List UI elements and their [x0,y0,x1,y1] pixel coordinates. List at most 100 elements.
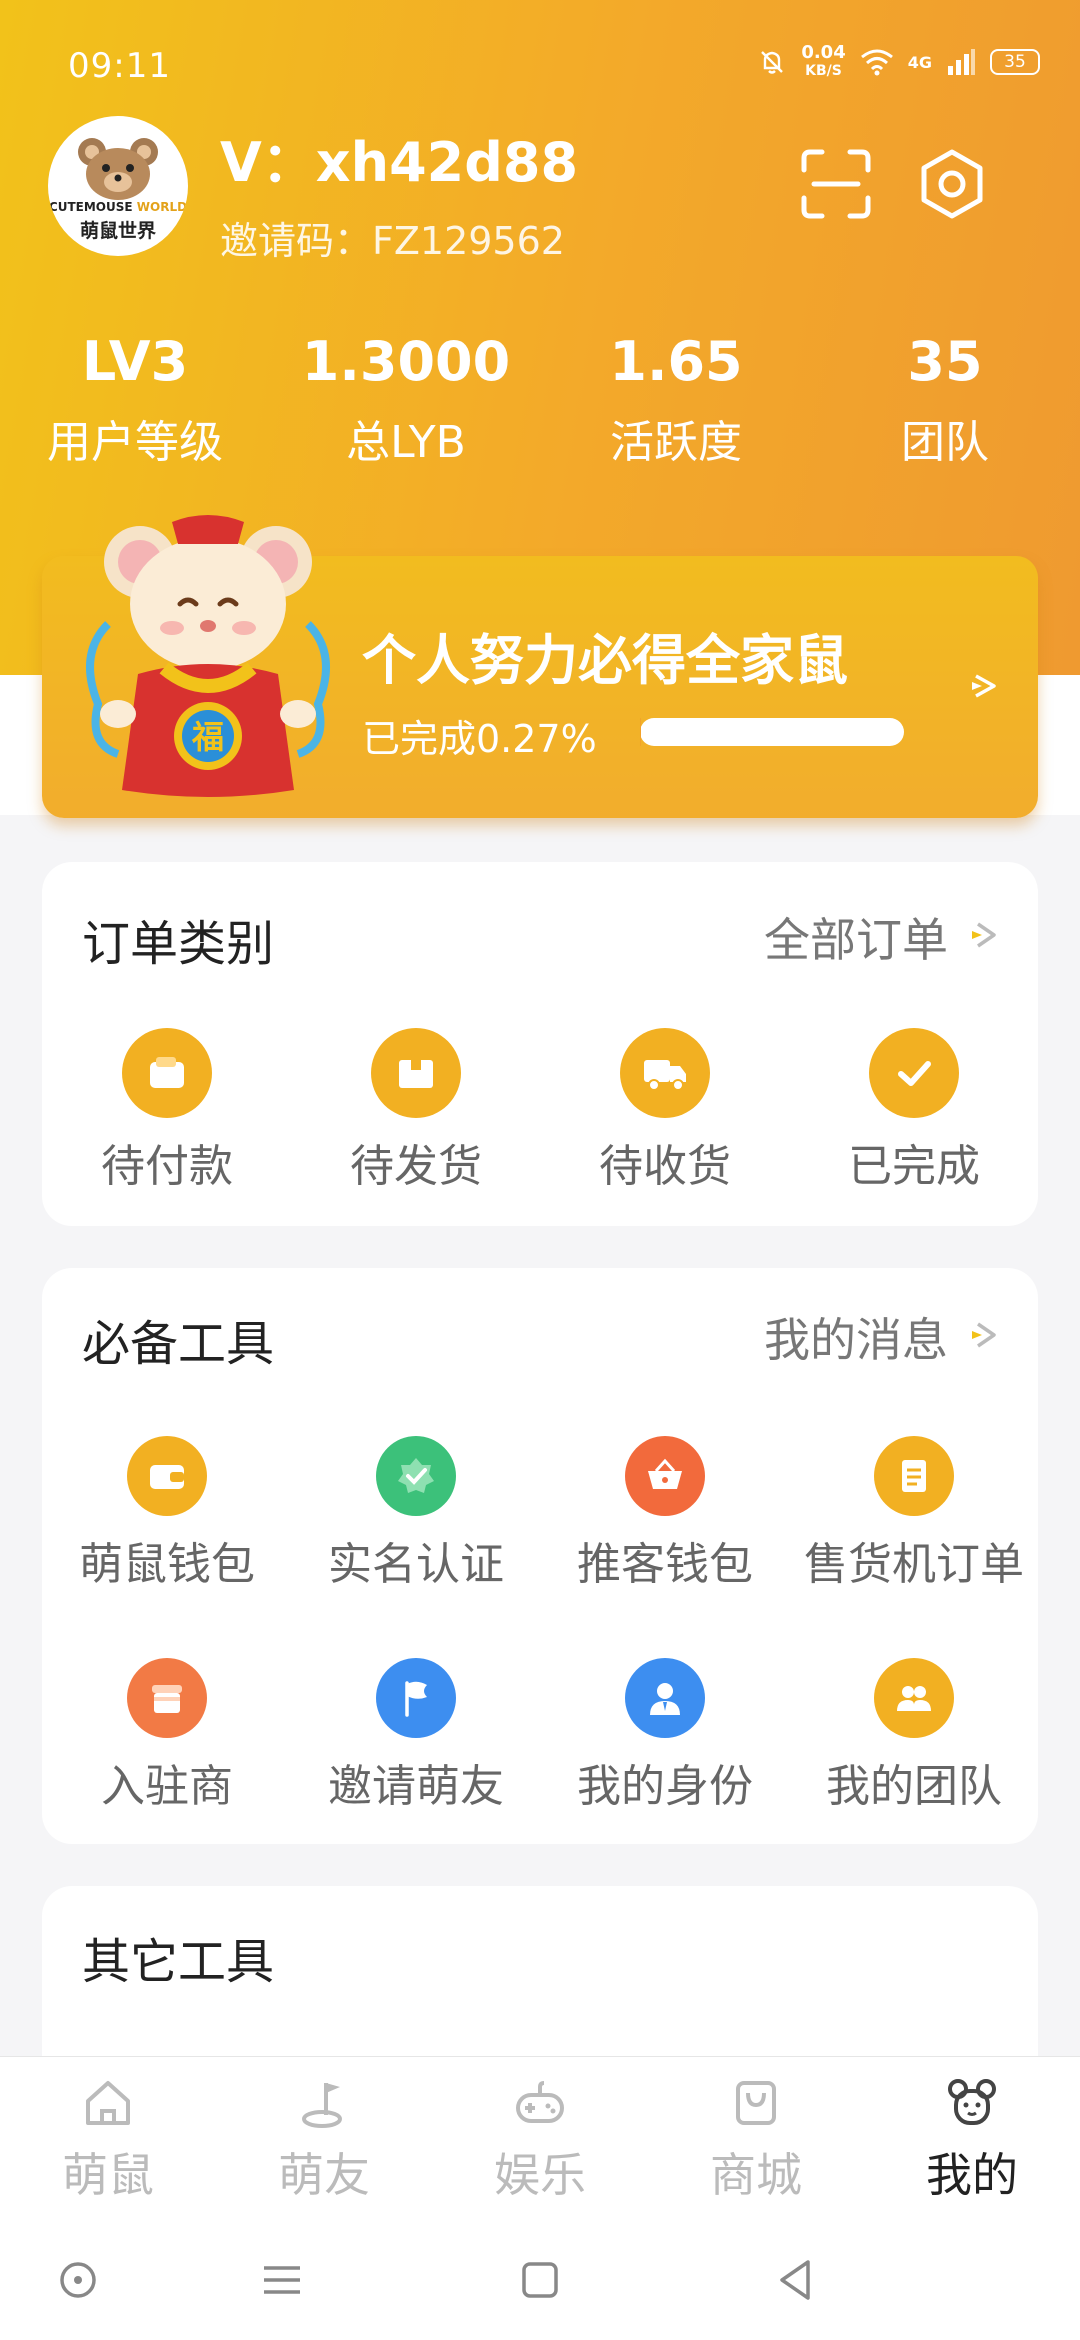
order-pending-shipment[interactable]: 待发货 [291,1028,541,1194]
nav-tab-home[interactable]: 萌鼠 [0,2075,216,2205]
bear-mascot-icon [78,138,158,200]
nav-label: 商城 [710,2148,802,2202]
stat-value: 1.3000 [301,330,511,393]
order-label: 待发货 [350,1141,482,1192]
tool-my-identity[interactable]: 我的身份 [540,1658,790,1814]
lucky-mouse-mascot-icon: 福 [86,515,330,797]
tool-label: 售货机订单 [804,1539,1024,1590]
wifi-icon [860,49,893,76]
gamepad-icon [516,2081,564,2123]
nav-label: 萌友 [278,2148,370,2202]
stat-user-level[interactable]: LV3 用户等级 [15,330,255,470]
assistant-icon[interactable] [48,2250,108,2310]
settings-gear-icon[interactable] [914,146,990,222]
stat-label: 活跃度 [610,417,742,468]
nav-tab-shop[interactable]: 商城 [648,2075,864,2205]
username: V：xh42d88 [220,131,579,194]
battery-indicator: 35 [990,49,1040,75]
home-icon [86,2081,130,2125]
my-messages-link[interactable]: 我的消息 [764,1304,948,1370]
chevron-right-icon[interactable] [968,1318,1002,1352]
scan-icon[interactable] [798,146,874,222]
tool-label: 萌鼠钱包 [79,1539,255,1590]
status-time: 09:11 [68,46,171,86]
tool-label: 实名认证 [328,1539,504,1590]
chevron-right-icon[interactable] [968,918,1002,952]
avatar-brand-text: CUTEMOUSE WORLD [48,200,188,214]
network-type: 4G [907,52,932,72]
status-icons: 0.04 KB/S 4G 35 [757,44,1040,80]
stat-activity[interactable]: 1.65 活跃度 [556,330,796,470]
basket-icon [625,1436,705,1516]
mouse-face-icon [948,2079,996,2125]
order-pending-payment[interactable]: 待付款 [42,1028,292,1194]
box-icon [371,1028,461,1118]
bottom-navigation: 萌鼠 萌友 娱乐 商城 我的 [0,2056,1080,2220]
tool-label: 我的团队 [826,1761,1002,1812]
nav-tab-entertainment[interactable]: 娱乐 [432,2075,648,2205]
home-square-icon[interactable] [510,2250,570,2310]
friends-icon [302,2083,342,2128]
mute-bell-icon [761,51,784,74]
menu-icon[interactable] [252,2250,312,2310]
orders-card: 订单类别 全部订单 待付款 待发货 待收货 已完成 [42,862,1038,1226]
order-label: 待付款 [101,1141,233,1192]
other-tools-title: 其它工具 [82,1934,275,1990]
tool-merchant-entry[interactable]: 入驻商 [42,1658,292,1814]
back-triangle-icon[interactable] [766,2250,826,2310]
avatar-brand-cn: 萌鼠世界 [79,220,156,242]
nav-label: 萌鼠 [62,2148,154,2202]
orders-title: 订单类别 [82,916,275,972]
stat-value: 1.65 [609,330,743,393]
tools-card: 必备工具 我的消息 萌鼠钱包 实名认证 推客钱包 售货机订单 入驻商 邀请萌友 … [42,1268,1038,1844]
tool-my-team[interactable]: 我的团队 [789,1658,1039,1814]
stat-team[interactable]: 35 团队 [825,330,1065,470]
nav-label: 娱乐 [494,2148,586,2202]
mascot-fu-char: 福 [191,718,224,756]
receipt-icon [874,1436,954,1516]
order-completed[interactable]: 已完成 [789,1028,1039,1194]
tool-mouse-wallet[interactable]: 萌鼠钱包 [42,1436,292,1592]
tool-real-name-verification[interactable]: 实名认证 [291,1436,541,1592]
tool-promoter-wallet[interactable]: 推客钱包 [540,1436,790,1592]
tool-invite-friends[interactable]: 邀请萌友 [291,1658,541,1814]
verified-icon [376,1436,456,1516]
tool-label: 邀请萌友 [328,1761,504,1812]
check-icon [869,1028,959,1118]
invite-code[interactable]: 邀请码：FZ129562 [220,210,565,265]
stat-label: 团队 [901,417,989,468]
team-icon [874,1658,954,1738]
order-label: 待收货 [599,1141,731,1192]
banner-title: 个人努力必得全家鼠 [362,629,848,692]
stat-value: 35 [907,330,983,393]
stat-label: 总LYB [346,417,466,468]
banner-progress-bar [640,718,904,746]
order-pending-receipt[interactable]: 待收货 [540,1028,790,1194]
stat-total-lyb[interactable]: 1.3000 总LYB [286,330,526,470]
banner-progress-text: 已完成0.27% [362,717,597,761]
tool-label: 入驻商 [101,1761,233,1812]
system-navigation-bar [0,2220,1080,2340]
tools-title: 必备工具 [82,1316,275,1372]
wallet-icon [127,1436,207,1516]
stat-label: 用户等级 [47,417,223,468]
wallet-icon [122,1028,212,1118]
stat-value: LV3 [81,330,189,393]
signal-icon [948,49,975,75]
banner-progress-fill [640,718,641,746]
tool-label: 我的身份 [577,1761,753,1812]
flag-icon [376,1658,456,1738]
tool-vending-orders[interactable]: 售货机订单 [789,1436,1039,1592]
shop-bag-icon [736,2081,776,2125]
tool-label: 推客钱包 [577,1539,753,1590]
order-label: 已完成 [848,1141,980,1192]
nav-label: 我的 [926,2148,1018,2202]
person-icon [625,1658,705,1738]
nav-tab-mine[interactable]: 我的 [864,2075,1080,2205]
all-orders-link[interactable]: 全部订单 [764,904,948,970]
store-icon [127,1658,207,1738]
chevron-right-icon[interactable] [968,668,1004,704]
network-speed: 0.04 KB/S [801,42,846,80]
avatar[interactable]: CUTEMOUSE WORLD 萌鼠世界 [48,116,188,256]
nav-tab-friends[interactable]: 萌友 [216,2075,432,2205]
